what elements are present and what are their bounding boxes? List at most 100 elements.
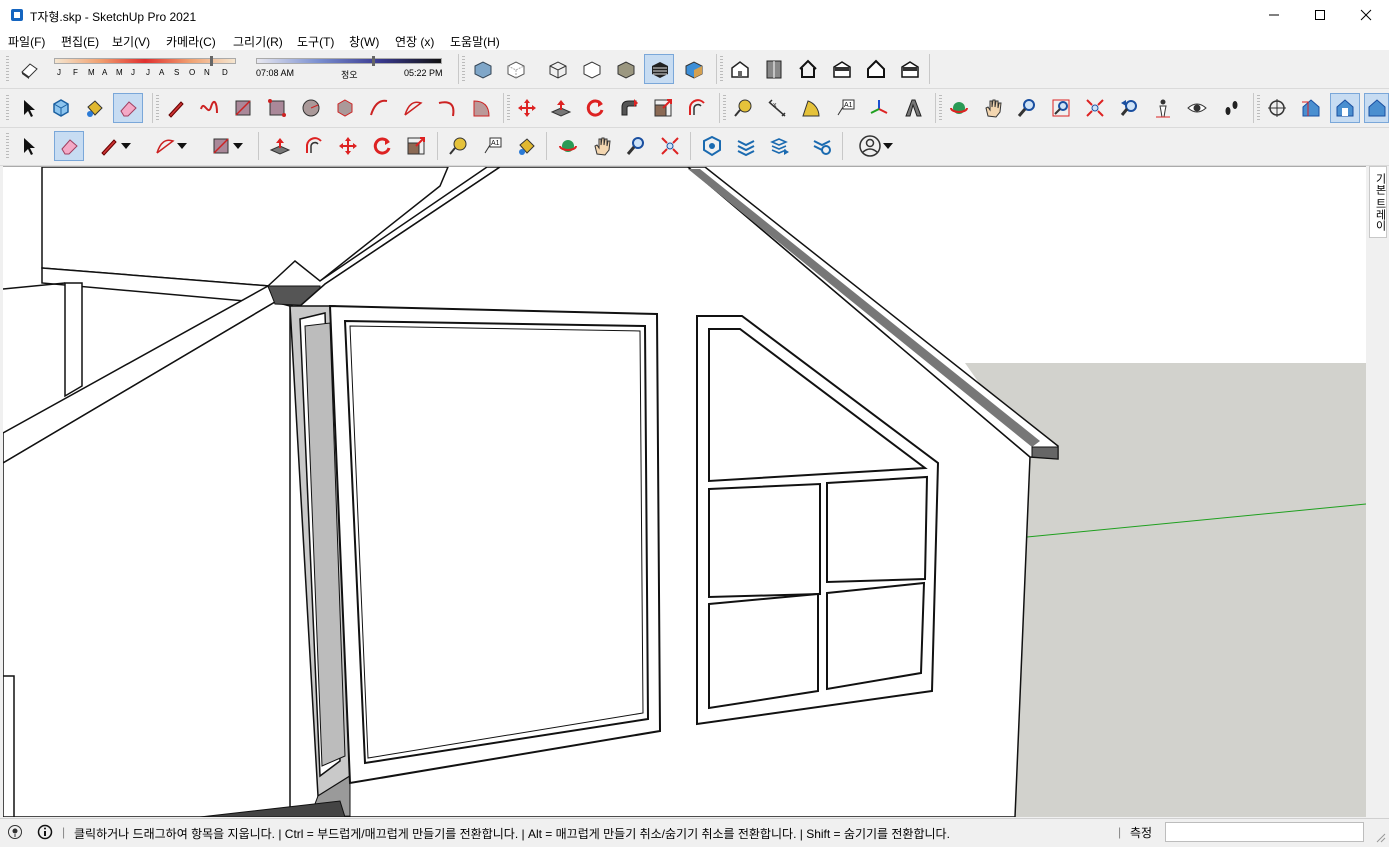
- push-pull-button[interactable]: [546, 93, 576, 123]
- measurements-input[interactable]: [1165, 822, 1364, 842]
- look-around-button[interactable]: [1182, 93, 1212, 123]
- line-tool-dropdown[interactable]: [90, 131, 140, 161]
- shape-tool-dropdown[interactable]: [202, 131, 252, 161]
- paint-bucket-button[interactable]: [79, 93, 109, 123]
- move-tool-button-2[interactable]: [333, 131, 363, 161]
- offset-tool-button[interactable]: [682, 93, 712, 123]
- menu-help[interactable]: 도움말(H): [450, 33, 500, 50]
- shadow-month-slider[interactable]: J F M A M J J A S O N D: [52, 56, 238, 80]
- rotate-tool-button[interactable]: [580, 93, 610, 123]
- zoom-button[interactable]: [1012, 93, 1042, 123]
- rotated-rectangle-button[interactable]: [262, 93, 292, 123]
- extension-manager-button[interactable]: [807, 131, 837, 161]
- walk-button[interactable]: [1216, 93, 1246, 123]
- move-tool-button[interactable]: [512, 93, 542, 123]
- account-dropdown[interactable]: [850, 131, 902, 161]
- select-tool-button[interactable]: [13, 93, 43, 123]
- shadows-toggle-button[interactable]: [14, 54, 44, 84]
- eraser-tool-button[interactable]: [113, 93, 143, 123]
- three-point-arc-button[interactable]: [432, 93, 462, 123]
- zoom-extents-button[interactable]: [1080, 93, 1110, 123]
- rectangle-tool-button[interactable]: [228, 93, 258, 123]
- menu-tools[interactable]: 도구(T): [297, 33, 334, 50]
- menu-window[interactable]: 창(W): [349, 33, 379, 50]
- two-point-arc-button[interactable]: [398, 93, 428, 123]
- push-pull-button-2[interactable]: [265, 131, 295, 161]
- pan-button[interactable]: [978, 93, 1008, 123]
- select-tool-button-2[interactable]: [13, 131, 43, 161]
- toolbar-grip[interactable]: [1257, 95, 1260, 121]
- default-tray-tab[interactable]: 기본 트레이: [1369, 166, 1387, 238]
- hidden-line-button[interactable]: [576, 54, 606, 84]
- position-camera-button[interactable]: [1148, 93, 1178, 123]
- geo-location-icon[interactable]: [7, 824, 23, 840]
- previous-view-button[interactable]: [1114, 93, 1144, 123]
- time-slider-thumb[interactable]: [372, 56, 375, 66]
- menu-file[interactable]: 파일(F): [8, 33, 45, 50]
- monochrome-button[interactable]: [678, 54, 708, 84]
- arc-tool-dropdown[interactable]: [146, 131, 196, 161]
- model-viewport[interactable]: [3, 166, 1366, 817]
- toolbar-grip[interactable]: [6, 133, 9, 159]
- display-section-fill-button[interactable]: [1364, 93, 1389, 123]
- tape-measure-button-2[interactable]: [443, 131, 473, 161]
- axes-tool-button[interactable]: [864, 93, 894, 123]
- display-section-planes-button[interactable]: [1296, 93, 1326, 123]
- component-button[interactable]: [46, 93, 76, 123]
- month-slider-thumb[interactable]: [210, 56, 213, 66]
- close-button[interactable]: [1343, 0, 1389, 30]
- tape-measure-button[interactable]: [728, 93, 758, 123]
- menu-view[interactable]: 보기(V): [112, 33, 150, 50]
- orbit-button-2[interactable]: [553, 131, 583, 161]
- circle-tool-button[interactable]: [296, 93, 326, 123]
- rotate-tool-button-2[interactable]: [367, 131, 397, 161]
- toolbar-grip[interactable]: [6, 56, 9, 82]
- toolbar-grip[interactable]: [723, 95, 726, 121]
- eraser-tool-button-2[interactable]: [54, 131, 84, 161]
- arc-tool-button[interactable]: [364, 93, 394, 123]
- zoom-button-2[interactable]: [621, 131, 651, 161]
- offset-tool-button-2[interactable]: [299, 131, 329, 161]
- scale-tool-button[interactable]: [648, 93, 678, 123]
- xray-style-button[interactable]: [467, 54, 497, 84]
- shadow-time-slider[interactable]: 07:08 AM 정오 05:22 PM: [256, 56, 444, 80]
- left-view-button[interactable]: [895, 54, 925, 84]
- shaded-button[interactable]: [610, 54, 640, 84]
- back-view-button[interactable]: [861, 54, 891, 84]
- display-section-cuts-button[interactable]: [1330, 93, 1360, 123]
- menu-draw[interactable]: 그리기(R): [233, 33, 283, 50]
- toolbar-grip[interactable]: [939, 95, 942, 121]
- menu-extensions[interactable]: 연장 (x): [395, 33, 434, 50]
- resize-grip-icon[interactable]: [1374, 831, 1386, 843]
- toolbar-grip[interactable]: [507, 95, 510, 121]
- front-view-button[interactable]: [793, 54, 823, 84]
- right-view-button[interactable]: [827, 54, 857, 84]
- maximize-button[interactable]: [1297, 0, 1343, 30]
- layout-send-button[interactable]: [765, 131, 795, 161]
- protractor-button[interactable]: [796, 93, 826, 123]
- 3d-text-button[interactable]: [898, 93, 928, 123]
- top-view-button[interactable]: [759, 54, 789, 84]
- menu-camera[interactable]: 카메라(C): [166, 33, 216, 50]
- pie-tool-button[interactable]: [466, 93, 496, 123]
- orbit-button[interactable]: [944, 93, 974, 123]
- pan-button-2[interactable]: [587, 131, 617, 161]
- shaded-with-textures-button[interactable]: [644, 54, 674, 84]
- line-tool-button[interactable]: [161, 93, 191, 123]
- zoom-window-button[interactable]: [1046, 93, 1076, 123]
- info-icon[interactable]: [37, 824, 53, 840]
- polygon-tool-button[interactable]: [330, 93, 360, 123]
- toolbar-grip[interactable]: [156, 95, 159, 121]
- follow-me-button[interactable]: [614, 93, 644, 123]
- extension-warehouse-button[interactable]: [731, 131, 761, 161]
- back-edges-button[interactable]: [500, 54, 530, 84]
- menu-edit[interactable]: 편집(E): [61, 33, 99, 50]
- text-tool-button-2[interactable]: A1: [477, 131, 507, 161]
- scale-tool-button-2[interactable]: [401, 131, 431, 161]
- toolbar-grip[interactable]: [6, 95, 9, 121]
- text-tool-button[interactable]: A1: [830, 93, 860, 123]
- toolbar-grip[interactable]: [462, 56, 465, 82]
- paint-bucket-button-2[interactable]: [511, 131, 541, 161]
- iso-view-button[interactable]: [725, 54, 755, 84]
- freehand-tool-button[interactable]: [194, 93, 224, 123]
